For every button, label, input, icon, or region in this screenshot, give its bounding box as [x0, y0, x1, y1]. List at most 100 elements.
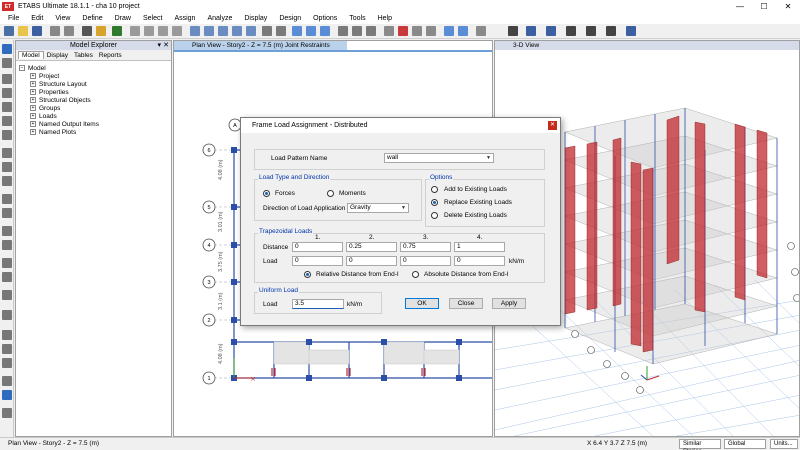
draw-dimension-icon[interactable] [2, 226, 12, 236]
collapse-icon[interactable]: − [19, 65, 25, 72]
run-analysis-icon[interactable] [112, 26, 122, 36]
expand-icon[interactable]: + [30, 105, 36, 112]
close-window-button[interactable]: ✕ [776, 0, 800, 13]
draw-reference-icon[interactable] [2, 240, 12, 250]
reshape-icon[interactable] [2, 58, 12, 68]
units-button[interactable]: Units... [770, 439, 798, 449]
menu-define[interactable]: Define [82, 15, 102, 22]
apply-button[interactable]: Apply [492, 298, 526, 309]
view-xz-icon[interactable] [218, 26, 228, 36]
open-icon[interactable] [18, 26, 28, 36]
view-yz-icon[interactable] [232, 26, 242, 36]
draw-tendon-icon[interactable] [2, 208, 12, 218]
zoom-in-icon[interactable] [144, 26, 154, 36]
draw-wall-icon[interactable] [2, 162, 12, 172]
lock-icon[interactable] [96, 26, 106, 36]
save-icon[interactable] [32, 26, 42, 36]
menu-file[interactable]: File [8, 15, 19, 22]
edit-pen-icon[interactable] [82, 26, 92, 36]
load-input-1[interactable]: 0 [292, 256, 343, 266]
pin-icon[interactable]: ▾ [157, 41, 161, 49]
show-loads-icon[interactable] [398, 26, 408, 36]
forces-radio[interactable] [263, 190, 270, 197]
move-down-icon[interactable] [276, 26, 286, 36]
3d-view-tab[interactable]: 3-D View [495, 41, 799, 50]
view-xy-icon[interactable] [204, 26, 214, 36]
dialog-close-button[interactable]: ✕ [548, 121, 557, 130]
plan-view-tab[interactable]: Plan View - Story2 - Z = 7.5 (m) Joint R… [174, 41, 347, 50]
menu-draw[interactable]: Draw [115, 15, 131, 22]
expand-icon[interactable]: + [30, 73, 36, 80]
menu-assign[interactable]: Assign [174, 15, 195, 22]
tree-item-structural-objects[interactable]: + Structural Objects [30, 97, 91, 104]
pan-icon[interactable] [172, 26, 182, 36]
distance-input-4[interactable]: 1 [454, 242, 505, 252]
select-all-icon[interactable] [338, 26, 348, 36]
draw-section-cut-icon[interactable] [2, 258, 12, 268]
add-existing-radio[interactable] [431, 186, 438, 193]
draw-frame-icon[interactable] [2, 88, 12, 98]
zoom-out-icon[interactable] [158, 26, 168, 36]
clear-selection-icon[interactable] [366, 26, 376, 36]
design-icon[interactable] [444, 26, 454, 36]
distance-input-2[interactable]: 0.25 [346, 242, 397, 252]
draw-developed-elevation-icon[interactable] [2, 290, 12, 300]
load-input-3[interactable]: 0 [400, 256, 451, 266]
tree-item-structure-layout[interactable]: + Structure Layout [30, 81, 87, 88]
pointer-icon[interactable] [2, 44, 12, 54]
tree-item-project[interactable]: + Project [30, 73, 59, 80]
direction-select[interactable]: Gravity ▼ [347, 203, 409, 213]
draw-slab-icon[interactable] [2, 148, 12, 158]
menu-view[interactable]: View [55, 15, 70, 22]
tree-item-properties[interactable]: + Properties [30, 89, 69, 96]
column-icon[interactable] [566, 26, 576, 36]
move-up-icon[interactable] [262, 26, 272, 36]
zoom-window-icon[interactable] [130, 26, 140, 36]
expand-icon[interactable]: + [30, 89, 36, 96]
expand-icon[interactable]: + [30, 129, 36, 136]
tab-reports[interactable]: Reports [96, 52, 125, 59]
show-undeformed-icon[interactable] [384, 26, 394, 36]
ok-button[interactable]: OK [405, 298, 439, 309]
draw-column-icon[interactable] [2, 102, 12, 112]
menu-select[interactable]: Select [143, 15, 162, 22]
draw-joint-icon[interactable] [2, 74, 12, 84]
tab-tables[interactable]: Tables [71, 52, 96, 59]
snap-intersections-icon[interactable] [2, 358, 12, 368]
draw-beam-icon[interactable] [2, 116, 12, 126]
tree-item-loads[interactable]: + Loads [30, 113, 57, 120]
section-cut-icon[interactable] [476, 26, 486, 36]
draw-link-icon[interactable] [2, 194, 12, 204]
view-3d-icon[interactable] [190, 26, 200, 36]
distance-input-3[interactable]: 0.75 [400, 242, 451, 252]
brace-icon[interactable] [606, 26, 616, 36]
tab-display[interactable]: Display [44, 52, 71, 59]
expand-icon[interactable]: + [30, 81, 36, 88]
new-model-icon[interactable] [4, 26, 14, 36]
load-input-4[interactable]: 0 [454, 256, 505, 266]
snap-points-icon[interactable] [2, 330, 12, 340]
extrude-icon[interactable] [306, 26, 316, 36]
menu-help[interactable]: Help [378, 15, 392, 22]
expand-icon[interactable]: + [30, 97, 36, 104]
expand-icon[interactable]: + [30, 113, 36, 120]
color-icon[interactable] [626, 26, 636, 36]
menu-edit[interactable]: Edit [31, 15, 43, 22]
draw-brace-icon[interactable] [2, 130, 12, 140]
snap-ends-icon[interactable] [2, 344, 12, 354]
load-input-2[interactable]: 0 [346, 256, 397, 266]
menu-design[interactable]: Design [279, 15, 301, 22]
expand-icon[interactable]: + [30, 121, 36, 128]
absolute-distance-radio[interactable] [412, 271, 419, 278]
similar-stories-select[interactable]: Similar Stories [679, 439, 721, 450]
close-button[interactable]: Close [449, 298, 483, 309]
tree-item-named-plots[interactable]: + Named Plots [30, 129, 76, 136]
coord-system-select[interactable]: Global [724, 439, 766, 449]
text-icon[interactable] [508, 26, 518, 36]
set-display-icon[interactable] [320, 26, 330, 36]
beam-icon[interactable] [586, 26, 596, 36]
uniform-load-input[interactable]: 3.5 [292, 299, 344, 309]
tree-root-model[interactable]: − Model [19, 65, 46, 72]
maximize-button[interactable]: ☐ [752, 0, 776, 13]
snap-lines-icon[interactable] [2, 408, 12, 418]
